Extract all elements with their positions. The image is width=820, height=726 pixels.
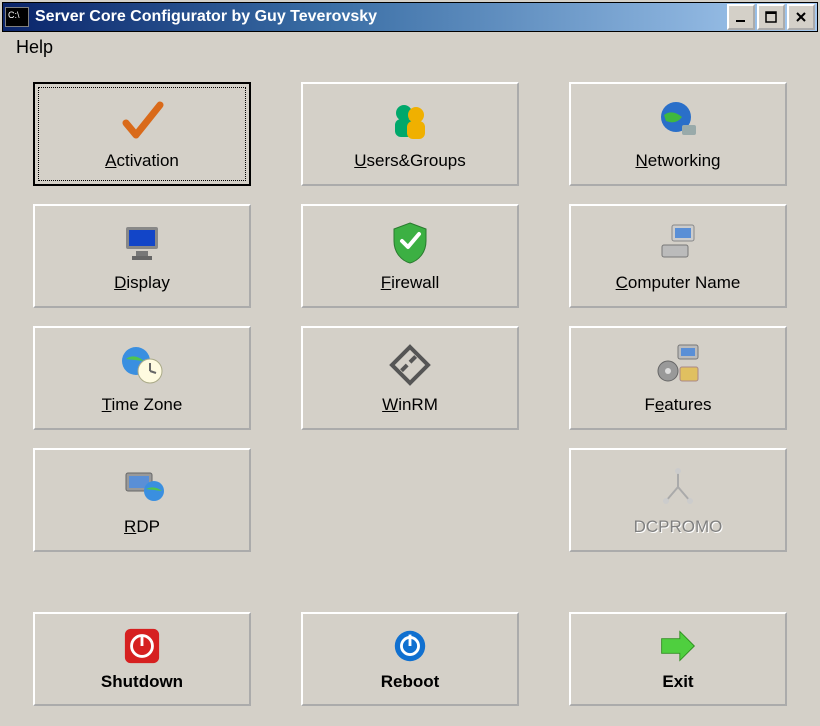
display-label: Display: [114, 273, 170, 293]
display-button[interactable]: Display: [33, 204, 251, 308]
activation-label: Activation: [105, 151, 179, 171]
globe-icon: [654, 97, 702, 145]
features-icon: [654, 341, 702, 389]
application-window: Server Core Configurator by Guy Teverovs…: [0, 0, 820, 726]
rdp-button[interactable]: RDP: [33, 448, 251, 552]
exit-label: Exit: [662, 672, 693, 692]
checkmark-icon: [118, 97, 166, 145]
networking-button[interactable]: Networking: [569, 82, 787, 186]
exit-button[interactable]: Exit: [569, 612, 787, 706]
winrm-label: WinRM: [382, 395, 438, 415]
console-icon: [5, 7, 29, 27]
menubar: Help: [2, 32, 818, 62]
winrm-button[interactable]: WinRM: [301, 326, 519, 430]
computer-icon: [654, 219, 702, 267]
shutdown-label: Shutdown: [101, 672, 183, 692]
close-button[interactable]: [787, 4, 815, 30]
firewall-button[interactable]: Firewall: [301, 204, 519, 308]
computer-name-button[interactable]: Computer Name: [569, 204, 787, 308]
hierarchy-icon: [654, 463, 702, 511]
shutdown-icon: [122, 626, 162, 666]
users-icon: [386, 97, 434, 145]
firewall-label: Firewall: [381, 273, 440, 293]
features-label: Features: [644, 395, 711, 415]
dcpromo-button: DCPROMO: [569, 448, 787, 552]
window-title: Server Core Configurator by Guy Teverovs…: [35, 8, 727, 26]
diamond-icon: [386, 341, 434, 389]
time-zone-button[interactable]: Time Zone: [33, 326, 251, 430]
time-zone-label: Time Zone: [102, 395, 183, 415]
menu-help[interactable]: Help: [10, 35, 59, 60]
users-groups-button[interactable]: Users&Groups: [301, 82, 519, 186]
dcpromo-label: DCPROMO: [634, 517, 723, 537]
shutdown-button[interactable]: Shutdown: [33, 612, 251, 706]
users-groups-label: Users&Groups: [354, 151, 465, 171]
monitor-icon: [118, 219, 166, 267]
content-area: Activation Users&Groups: [2, 62, 818, 706]
maximize-button[interactable]: [757, 4, 785, 30]
rdp-label: RDP: [124, 517, 160, 537]
remote-desktop-icon: [118, 463, 166, 511]
computer-name-label: Computer Name: [616, 273, 741, 293]
reboot-label: Reboot: [381, 672, 440, 692]
reboot-icon: [390, 626, 430, 666]
activation-button[interactable]: Activation: [33, 82, 251, 186]
features-button[interactable]: Features: [569, 326, 787, 430]
window-controls: [727, 4, 815, 30]
exit-arrow-icon: [658, 626, 698, 666]
shield-icon: [386, 219, 434, 267]
config-grid: Activation Users&Groups: [32, 82, 788, 552]
clock-globe-icon: [118, 341, 166, 389]
titlebar: Server Core Configurator by Guy Teverovs…: [2, 2, 818, 32]
reboot-button[interactable]: Reboot: [301, 612, 519, 706]
action-row: Shutdown Reboot Exit: [32, 612, 788, 706]
minimize-button[interactable]: [727, 4, 755, 30]
networking-label: Networking: [635, 151, 720, 171]
